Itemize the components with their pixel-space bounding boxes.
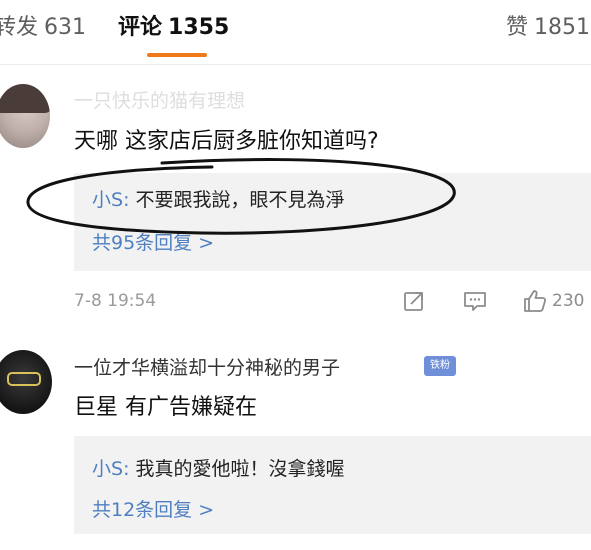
- tab-like[interactable]: 赞 1851: [506, 14, 590, 42]
- tab-comment[interactable]: 评论 1355: [118, 14, 229, 42]
- reply-separator: :: [123, 458, 136, 480]
- tab-comment-label: 评论: [118, 15, 163, 40]
- tab-repost-label: 转发: [0, 15, 39, 40]
- avatar-glasses: [7, 372, 41, 386]
- comment-icon: [464, 292, 486, 311]
- thumbs-up-icon: [524, 290, 547, 312]
- tab-like-count: 1851: [534, 15, 591, 40]
- avatar[interactable]: [0, 350, 52, 414]
- comment-username[interactable]: 一位才华横溢却十分神秘的男子: [74, 356, 340, 380]
- tab-comment-count: 1355: [168, 15, 230, 40]
- avatar[interactable]: [0, 84, 50, 148]
- view-replies-link[interactable]: 共12条回复 >: [92, 498, 214, 522]
- like-button[interactable]: 230: [522, 286, 584, 316]
- active-tab-indicator: [147, 53, 207, 57]
- tab-repost-count: 631: [44, 15, 87, 40]
- comment-text: 巨星 有广告嫌疑在: [74, 395, 257, 420]
- fan-badge: 铁粉: [424, 356, 456, 376]
- comment-timestamp: 7-8 19:54: [74, 291, 157, 311]
- reply-preview[interactable]: 小S: 不要跟我說，眼不見為淨 共95条回复 >: [74, 173, 591, 271]
- like-count: 230: [552, 291, 585, 311]
- reply-author[interactable]: 小S: [92, 189, 123, 211]
- reply-line: 小S: 不要跟我說，眼不見為淨: [92, 188, 345, 212]
- comment-tabs: 转发 631 评论 1355 赞 1851: [0, 0, 591, 65]
- reply-author[interactable]: 小S: [92, 458, 123, 480]
- comment-text: 天哪 这家店后厨多脏你知道吗?: [74, 129, 379, 154]
- comment-username[interactable]: 一只快乐的猫有理想: [74, 89, 245, 113]
- reply-button[interactable]: [462, 286, 488, 316]
- reply-text: 不要跟我說，眼不見為淨: [135, 189, 345, 211]
- tab-like-label: 赞: [506, 15, 529, 40]
- tab-repost[interactable]: 转发 631: [0, 14, 86, 42]
- share-button[interactable]: [402, 286, 426, 316]
- reply-separator: :: [123, 189, 136, 211]
- share-icon: [404, 292, 423, 311]
- reply-preview[interactable]: 小S: 我真的愛他啦！沒拿錢喔 共12条回复 >: [74, 436, 591, 534]
- reply-text: 我真的愛他啦！沒拿錢喔: [135, 458, 345, 480]
- view-replies-link[interactable]: 共95条回复 >: [92, 231, 214, 255]
- avatar-hair: [0, 84, 50, 113]
- reply-line: 小S: 我真的愛他啦！沒拿錢喔: [92, 457, 345, 481]
